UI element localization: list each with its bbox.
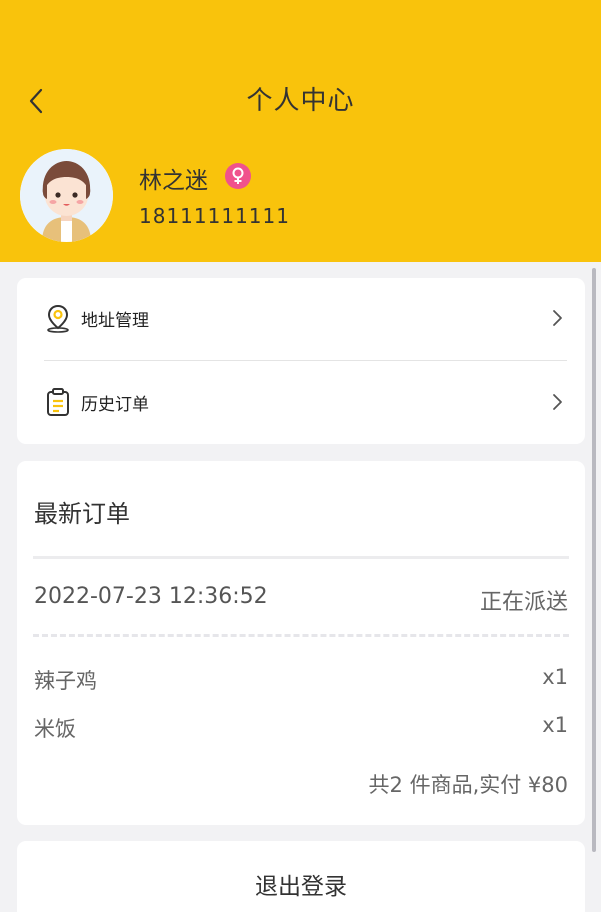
logout-button[interactable]: 退出登录 bbox=[17, 841, 585, 912]
order-time: 2022-07-23 12:36:52 bbox=[34, 584, 268, 609]
chevron-right-icon bbox=[551, 308, 565, 328]
logout-label: 退出登录 bbox=[255, 874, 347, 900]
chevron-right-icon bbox=[551, 392, 565, 412]
menu-card: 地址管理 历史订单 bbox=[17, 278, 585, 444]
order-card-title: 最新订单 bbox=[34, 500, 130, 528]
user-name: 林之迷 bbox=[139, 168, 208, 194]
avatar[interactable] bbox=[20, 149, 113, 242]
female-icon bbox=[225, 163, 251, 189]
location-pin-icon bbox=[45, 303, 71, 333]
order-summary: 共2 件商品,实付 ¥80 bbox=[368, 773, 568, 797]
menu-item-order-history[interactable]: 历史订单 bbox=[17, 372, 585, 432]
menu-item-label: 历史订单 bbox=[81, 394, 149, 415]
menu-item-address[interactable]: 地址管理 bbox=[17, 288, 585, 348]
order-item-qty: x1 bbox=[542, 665, 568, 689]
menu-item-label: 地址管理 bbox=[81, 310, 149, 331]
user-phone: 18111111111 bbox=[139, 204, 290, 228]
order-item-name: 辣子鸡 bbox=[34, 669, 97, 693]
order-status: 正在派送 bbox=[479, 590, 568, 615]
page-title: 个人中心 bbox=[246, 86, 355, 116]
divider bbox=[33, 556, 569, 559]
dashed-divider bbox=[33, 634, 569, 637]
order-item-qty: x1 bbox=[542, 713, 568, 737]
order-item-name: 米饭 bbox=[34, 717, 76, 741]
clipboard-icon bbox=[45, 387, 71, 417]
menu-divider bbox=[44, 360, 567, 361]
latest-order-card[interactable]: 最新订单 2022-07-23 12:36:52 正在派送 辣子鸡 x1 米饭 … bbox=[17, 461, 585, 825]
avatar-illustration bbox=[20, 149, 113, 242]
scrollbar[interactable] bbox=[592, 268, 596, 852]
profile-header: 个人中心 林之迷 18111111111 bbox=[0, 0, 601, 262]
